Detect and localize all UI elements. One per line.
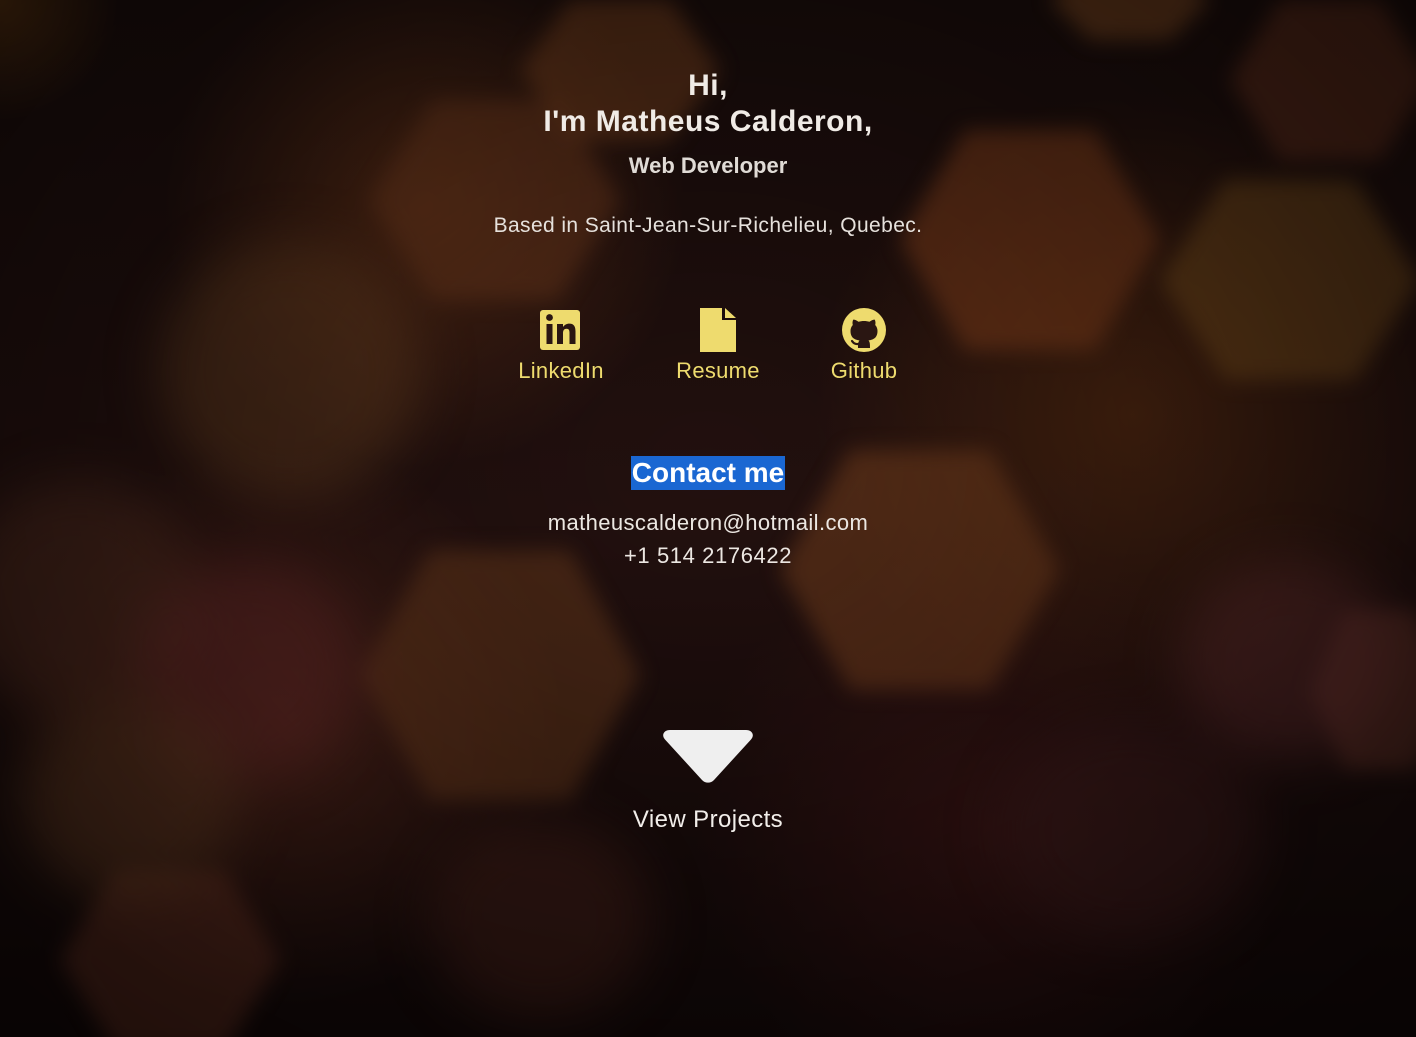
github-label: Github: [830, 358, 898, 383]
contact-heading: Contact me: [0, 456, 1416, 490]
location-text: Based in Saint-Jean-Sur-Richelieu, Quebe…: [493, 214, 923, 237]
hero-section: Hi, I'm Matheus Calderon, Web Developer …: [0, 0, 1416, 1037]
contact-email[interactable]: matheuscalderon@hotmail.com: [0, 510, 1416, 536]
github-icon: [842, 308, 886, 352]
social-links: LinkedIn Resume Github: [0, 306, 1416, 396]
contact-title-text: Contact me: [630, 456, 786, 490]
name-line: I'm Matheus Calderon,: [543, 105, 873, 138]
linkedin-label: LinkedIn: [518, 358, 604, 383]
resume-label: Resume: [676, 358, 760, 383]
view-projects-label: View Projects: [632, 806, 784, 833]
hero-content: Hi, I'm Matheus Calderon, Web Developer …: [0, 0, 1416, 1037]
chevron-down-icon: [663, 730, 753, 783]
linkedin-icon: [540, 310, 580, 350]
document-icon: [700, 308, 736, 352]
github-link[interactable]: Github: [794, 306, 934, 384]
job-title: Web Developer: [628, 153, 788, 178]
linkedin-link[interactable]: LinkedIn: [491, 306, 631, 384]
resume-link[interactable]: Resume: [648, 306, 788, 384]
greeting: Hi, I'm Matheus Calderon,: [0, 68, 1416, 140]
contact-phone[interactable]: +1 514 2176422: [0, 543, 1416, 569]
view-projects-button[interactable]: View Projects: [608, 730, 808, 850]
greeting-line: Hi,: [688, 69, 728, 102]
